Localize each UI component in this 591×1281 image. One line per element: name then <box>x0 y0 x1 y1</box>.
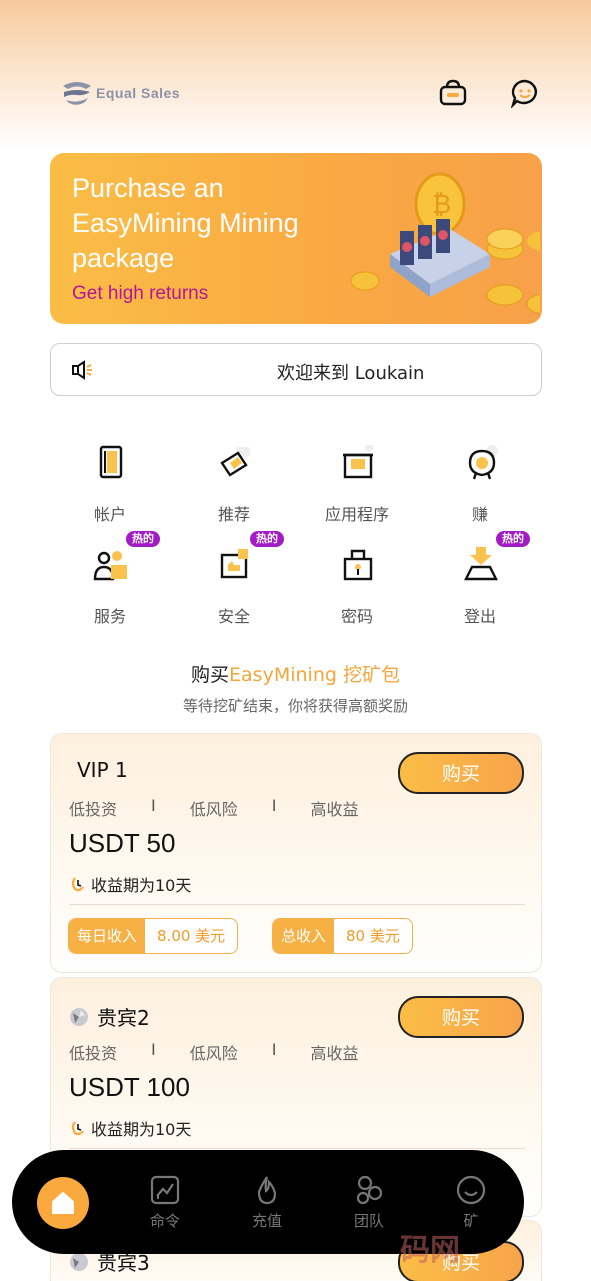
total-income-label: 总收入 <box>273 919 335 953</box>
hot-badge: 热的 <box>496 531 530 547</box>
menu-item-referral[interactable]: 推荐 <box>179 443 289 533</box>
nav-home-button[interactable] <box>37 1177 89 1229</box>
feature-text: 低风险 <box>189 800 238 819</box>
nav-item-orders[interactable]: 命令 <box>130 1174 200 1231</box>
nav-label: 充值 <box>251 1212 282 1230</box>
menu-item-account[interactable]: 帐户 <box>55 443 165 533</box>
daily-income-label: 每日收入 <box>69 919 146 953</box>
feature-text: 高收益 <box>310 800 359 819</box>
header: Equal Sales <box>0 70 591 116</box>
hot-badge: 热的 <box>126 531 160 547</box>
vip-badge-icon <box>70 1007 88 1026</box>
section-title-accent: EasyMining 挖矿包 <box>229 664 400 686</box>
package-price: USDT 100 <box>69 1072 190 1102</box>
service-icon <box>93 551 127 581</box>
menu-label: 应用程序 <box>324 505 389 524</box>
promo-banner[interactable]: Purchase an EasyMining Mining package Ge… <box>50 153 542 324</box>
daily-income-value: 8.00 美元 <box>157 927 226 945</box>
mine-icon <box>456 1175 486 1205</box>
menu-label: 推荐 <box>217 505 250 524</box>
home-icon <box>52 1192 74 1214</box>
package-name-text: VIP 1 <box>77 758 128 782</box>
logo-text: Equal Sales <box>96 85 181 101</box>
logo: Equal Sales <box>60 80 180 106</box>
section-title: 购买EasyMining 挖矿包 <box>0 660 591 687</box>
feature-text: 高收益 <box>310 1044 359 1063</box>
bag-icon[interactable] <box>438 78 468 108</box>
package-name: 贵宾2 <box>69 1002 150 1031</box>
menu-item-app[interactable]: 应用程序 <box>302 443 412 533</box>
total-income-value: 80 美元 <box>346 927 400 945</box>
period-text: 收益期为10天 <box>91 1120 192 1139</box>
period-text: 收益期为10天 <box>91 876 192 895</box>
banner-title: Purchase an EasyMining Mining package <box>72 173 299 273</box>
chat-icon[interactable] <box>510 78 540 108</box>
menu-item-password[interactable]: 密码 <box>302 545 412 635</box>
section-subtitle: 等待挖矿结束，你将获得高额奖励 <box>182 697 408 715</box>
menu-item-security[interactable]: 热的 安全 <box>179 531 289 635</box>
feature-text: 低投资 <box>69 800 118 819</box>
menu-label: 帐户 <box>93 505 126 524</box>
notice-text: 欢迎来到 Loukain <box>277 363 425 384</box>
daily-income-pill: 每日收入 8.00 美元 <box>68 918 239 954</box>
team-icon <box>356 1175 383 1205</box>
buy-button[interactable]: 购买 <box>398 752 524 794</box>
menu-item-earn[interactable]: 赚 <box>425 443 535 533</box>
package-card: VIP 1 购买 低投资 I 低风险 I 高收益 USDT 50 收益期为10天… <box>50 733 542 973</box>
divider <box>69 904 525 905</box>
feature-separator: I <box>151 1040 156 1059</box>
vip-badge-icon <box>70 1252 88 1271</box>
menu-item-service[interactable]: 热的 服务 <box>55 531 165 635</box>
banner-subtitle: Get high returns <box>72 283 209 304</box>
hourglass-icon <box>71 877 84 892</box>
menu-label: 登出 <box>463 607 496 626</box>
nav-item-team[interactable]: 团队 <box>334 1174 404 1231</box>
package-price: USDT 50 <box>69 828 176 858</box>
feature-separator: I <box>151 796 156 815</box>
security-icon <box>220 549 248 579</box>
divider <box>69 1148 525 1149</box>
buy-button[interactable]: 购买 <box>398 996 524 1038</box>
feature-separator: I <box>271 796 277 815</box>
feature-text: 低风险 <box>189 1044 238 1063</box>
watermark: 码网 <box>400 1233 460 1268</box>
account-icon <box>99 445 123 479</box>
earn-icon <box>468 445 498 480</box>
notice-bar[interactable]: 欢迎来到 Loukain <box>50 343 542 396</box>
nav-label: 团队 <box>353 1212 384 1230</box>
hourglass-icon <box>71 1121 84 1136</box>
menu-label: 密码 <box>340 607 373 626</box>
svg-text:₿: ₿ <box>432 190 451 220</box>
income-period: 收益期为10天 <box>69 1116 191 1140</box>
password-icon <box>343 549 373 581</box>
feature-separator: I <box>271 1040 277 1059</box>
logo-icon <box>63 82 91 105</box>
hot-badge: 热的 <box>250 531 284 547</box>
income-period: 收益期为10天 <box>69 872 191 896</box>
feature-text: 低投资 <box>69 1044 118 1063</box>
recharge-icon <box>257 1176 277 1205</box>
feature-row: 低投资 I 低风险 I 高收益 <box>69 1040 358 1064</box>
menu-label: 赚 <box>471 505 488 524</box>
referral-icon <box>220 447 250 477</box>
section-title-prefix: 购买 <box>191 664 230 686</box>
package-name-text: 贵宾2 <box>97 1006 150 1030</box>
nav-item-mine[interactable]: 矿 <box>436 1174 506 1231</box>
app-icon <box>343 445 373 479</box>
menu-label: 服务 <box>93 607 126 626</box>
logout-icon <box>464 547 498 581</box>
nav-label: 命令 <box>149 1212 180 1230</box>
menu-item-logout[interactable]: 热的 登出 <box>425 531 535 635</box>
total-income-pill: 总收入 80 美元 <box>272 918 413 954</box>
orders-icon <box>150 1175 180 1205</box>
feature-row: 低投资 I 低风险 I 高收益 <box>69 796 358 820</box>
nav-item-recharge[interactable]: 充值 <box>232 1174 302 1231</box>
package-name: VIP 1 <box>77 758 128 782</box>
mining-rig-illustration: ₿ <box>350 172 540 315</box>
menu-label: 安全 <box>217 607 250 626</box>
